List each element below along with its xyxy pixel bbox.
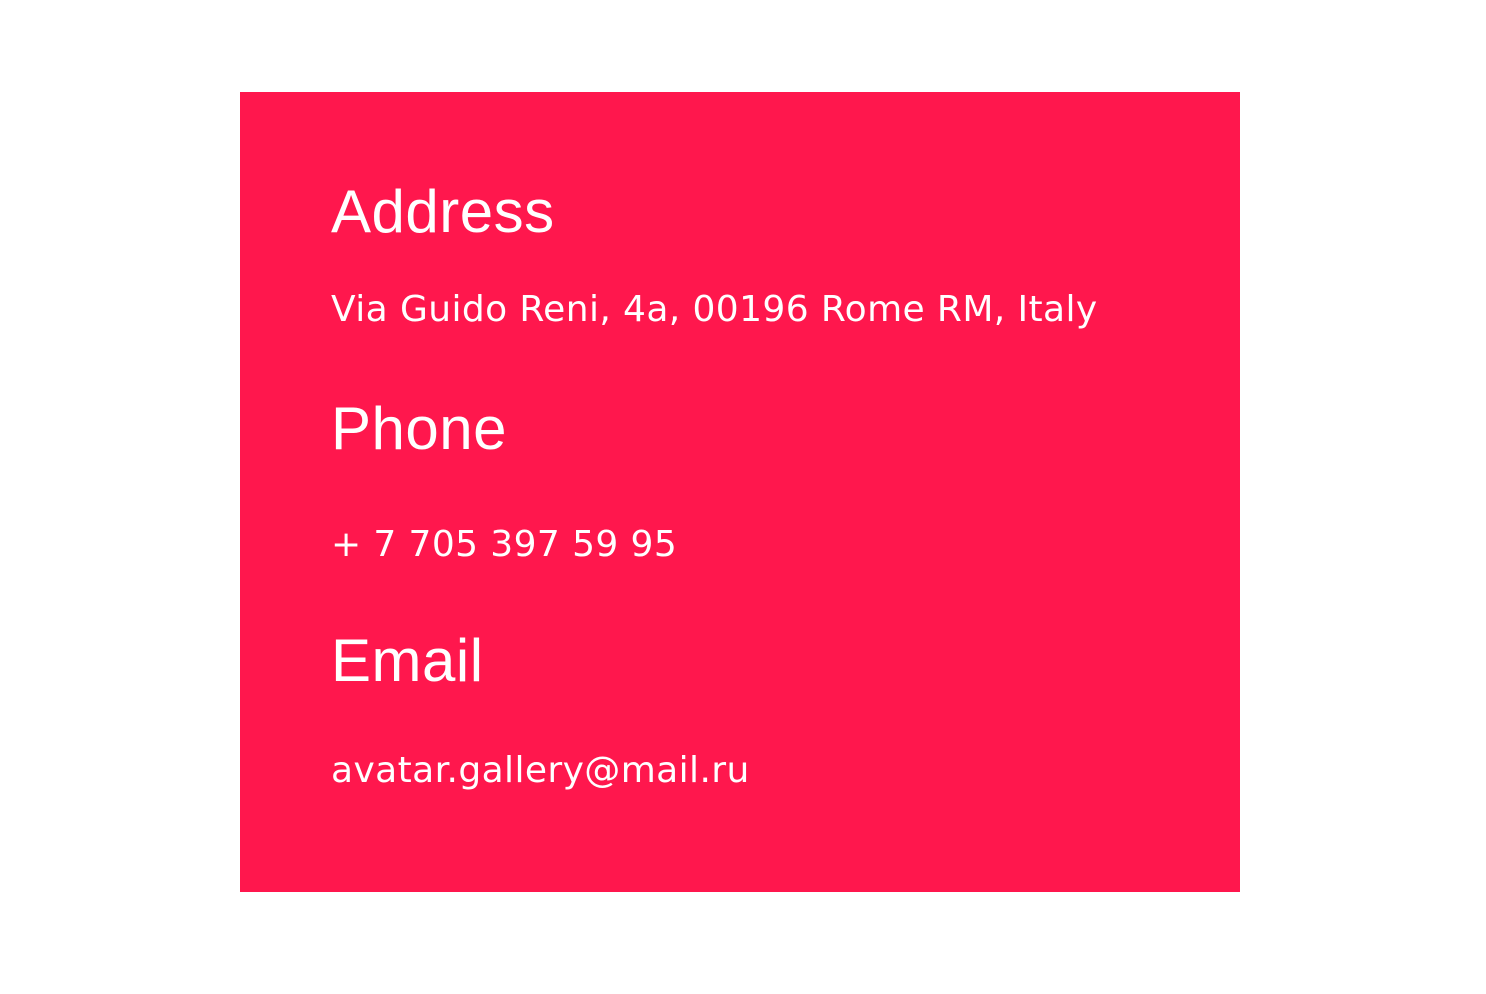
phone-heading: Phone — [331, 395, 507, 462]
phone-link[interactable]: + 7 705 397 59 95 — [331, 527, 677, 563]
address-heading: Address — [331, 178, 555, 245]
email-heading: Email — [331, 627, 484, 694]
address-value: Via Guido Reni, 4a, 00196 Rome RM, Italy — [331, 289, 1098, 330]
contact-info-card: Address Via Guido Reni, 4a, 00196 Rome R… — [240, 92, 1240, 892]
email-link[interactable]: avatar.gallery@mail.ru — [331, 753, 750, 789]
